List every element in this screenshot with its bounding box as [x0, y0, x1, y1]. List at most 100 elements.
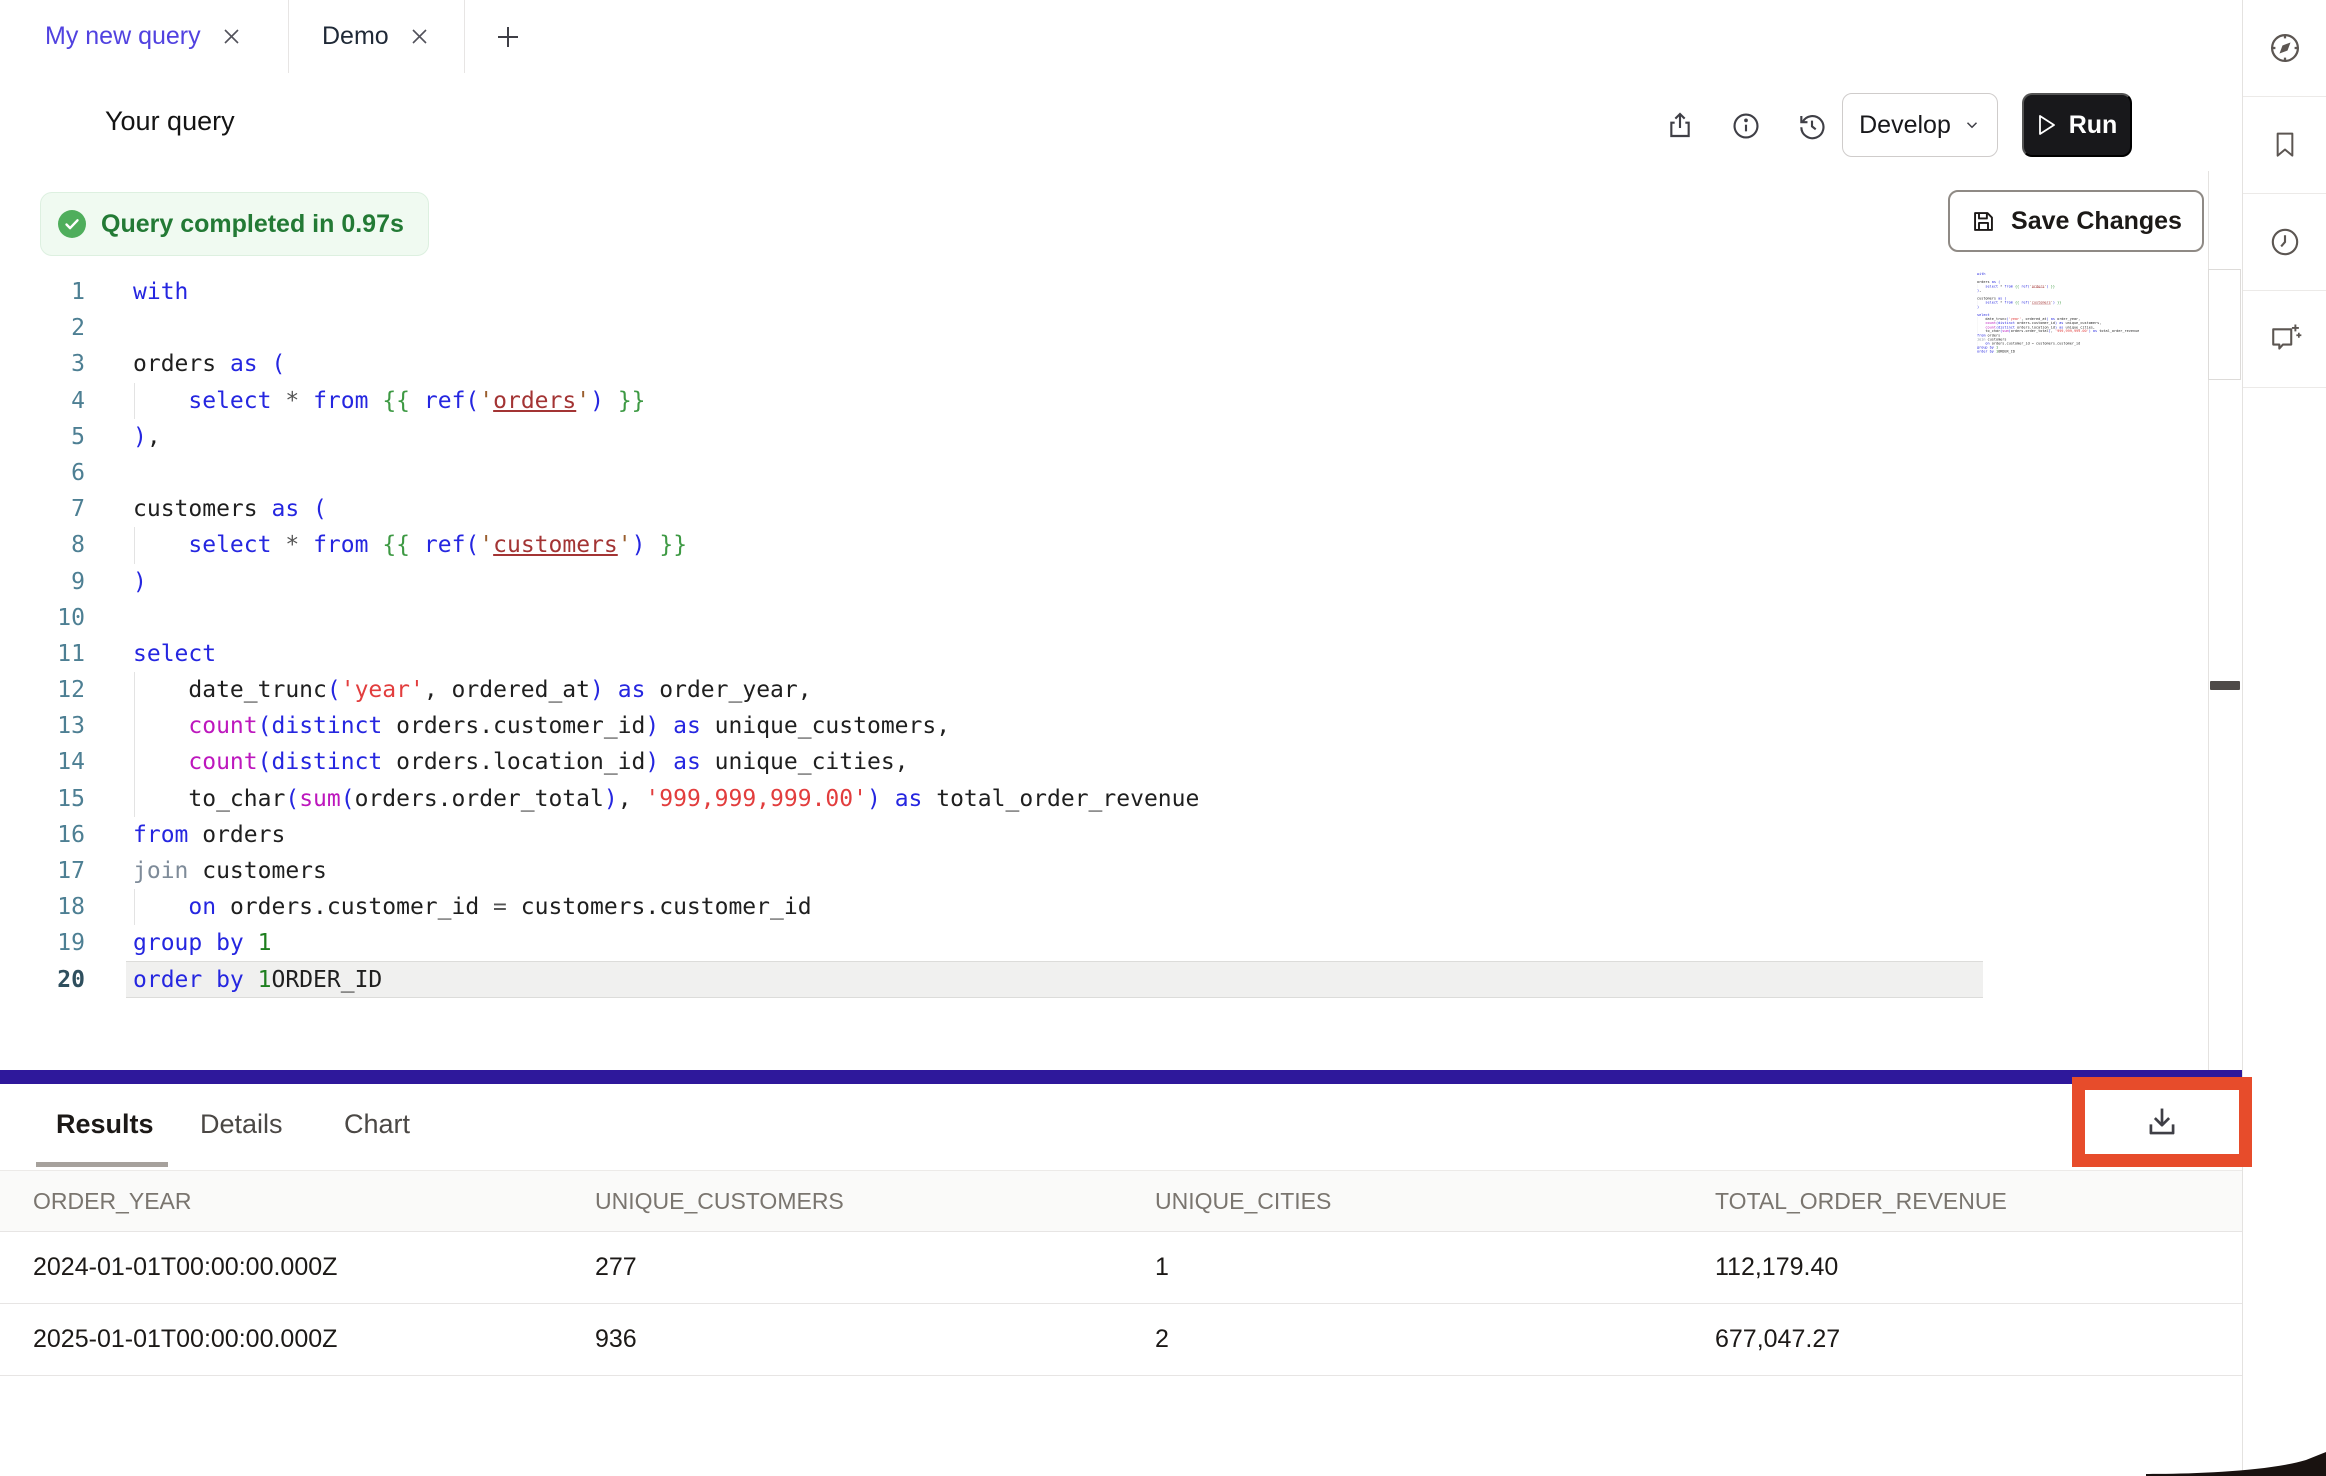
code-line[interactable]: with — [133, 274, 1199, 310]
line-number: 2 — [30, 310, 85, 346]
code-line[interactable]: select * from {{ ref('orders') }} — [133, 383, 1199, 419]
editor-minimap[interactable]: withorders as ( select * from {{ ref('or… — [1977, 272, 2152, 367]
tab-my-new-query[interactable]: My new query — [0, 0, 289, 73]
code-line[interactable]: date_trunc('year', ordered_at) as order_… — [133, 672, 1199, 708]
compass-icon — [2267, 30, 2303, 66]
code-line[interactable]: customers as ( — [133, 491, 1199, 527]
code-line[interactable]: from orders — [133, 817, 1199, 853]
tab-demo[interactable]: Demo — [288, 0, 465, 73]
indent-guide — [134, 744, 135, 780]
scrollbar-thumb[interactable] — [2208, 269, 2241, 380]
sql-editor[interactable]: Query completed in 0.97s Save Changes 12… — [0, 170, 2242, 1070]
code-line[interactable]: select * from {{ ref('customers') }} — [133, 527, 1199, 563]
history-icon[interactable] — [1796, 110, 1828, 142]
column-header: UNIQUE_CUSTOMERS — [595, 1171, 844, 1231]
indent-guide — [134, 527, 135, 563]
develop-dropdown[interactable]: Develop — [1842, 93, 1998, 157]
indent-guide — [134, 781, 135, 817]
line-number: 17 — [30, 853, 85, 889]
new-tab-button[interactable] — [480, 0, 536, 73]
line-number-gutter: 1234567891011121314151617181920 — [30, 274, 85, 998]
line-number: 7 — [30, 491, 85, 527]
line-number: 20 — [30, 962, 85, 998]
code-area[interactable]: with orders as ( select * from {{ ref('or… — [133, 274, 1199, 998]
active-tab-underline — [36, 1162, 168, 1167]
app-root: My new query Demo MS Your query — [0, 0, 2326, 1476]
line-number: 12 — [30, 672, 85, 708]
table-row[interactable]: 2024-01-01T00:00:00.000Z2771112,179.40 — [0, 1232, 2242, 1304]
page-title: Your query — [105, 73, 235, 170]
scrollbar-marker — [2210, 681, 2240, 690]
line-number: 14 — [30, 744, 85, 780]
close-icon[interactable] — [223, 28, 240, 45]
code-line[interactable]: group by 1 — [133, 925, 1199, 961]
line-number: 11 — [30, 636, 85, 672]
table-cell: 677,047.27 — [1715, 1304, 1840, 1375]
results-tab-bar: Results Details Chart — [0, 1084, 2242, 1170]
table-cell: 277 — [595, 1232, 637, 1303]
sidebar-item-bookmarks[interactable] — [2243, 97, 2326, 194]
indent-guide — [134, 672, 135, 708]
tab-chart[interactable]: Chart — [344, 1084, 410, 1165]
line-number: 15 — [30, 781, 85, 817]
download-button[interactable] — [2143, 1103, 2181, 1141]
share-icon[interactable] — [1664, 110, 1696, 142]
code-line[interactable]: select — [133, 636, 1199, 672]
tab-results[interactable]: Results — [56, 1084, 154, 1165]
save-changes-button[interactable]: Save Changes — [1948, 190, 2204, 252]
line-number: 1 — [30, 274, 85, 310]
sidebar-item-ai-assistant[interactable] — [2243, 291, 2326, 388]
code-line[interactable] — [133, 310, 1199, 346]
query-status-badge: Query completed in 0.97s — [40, 192, 429, 256]
table-cell: 2 — [1155, 1304, 1169, 1375]
run-button[interactable]: Run — [2022, 93, 2132, 157]
code-line[interactable]: join customers — [133, 853, 1199, 889]
table-cell: 2024-01-01T00:00:00.000Z — [33, 1232, 337, 1303]
code-line[interactable]: count(distinct orders.customer_id) as un… — [133, 708, 1199, 744]
info-icon[interactable] — [1730, 110, 1762, 142]
code-line[interactable]: orders as ( — [133, 346, 1199, 382]
table-cell: 1 — [1155, 1232, 1169, 1303]
code-line[interactable]: count(distinct orders.location_id) as un… — [133, 744, 1199, 780]
line-number: 18 — [30, 889, 85, 925]
line-number: 9 — [30, 564, 85, 600]
sidebar-item-explore[interactable] — [2243, 0, 2326, 97]
line-number: 19 — [30, 925, 85, 961]
code-line[interactable]: to_char(sum(orders.order_total), '999,99… — [133, 781, 1199, 817]
column-header: UNIQUE_CITIES — [1155, 1171, 1331, 1231]
code-line[interactable] — [133, 455, 1199, 491]
query-header: MS Your query Develop Run — [0, 73, 2242, 171]
line-number: 10 — [30, 600, 85, 636]
close-icon[interactable] — [411, 28, 428, 45]
sidebar-item-history[interactable] — [2243, 194, 2326, 291]
tab-bar: My new query Demo — [0, 0, 2242, 74]
play-icon — [2037, 114, 2057, 136]
column-header: TOTAL_ORDER_REVENUE — [1715, 1171, 2007, 1231]
check-circle-icon — [57, 209, 87, 239]
panel-resize-divider[interactable] — [0, 1070, 2242, 1084]
line-number: 16 — [30, 817, 85, 853]
tab-label: My new query — [45, 22, 201, 51]
line-number: 5 — [30, 419, 85, 455]
code-line[interactable] — [133, 600, 1199, 636]
plus-icon — [494, 23, 522, 51]
line-number: 4 — [30, 383, 85, 419]
line-number: 6 — [30, 455, 85, 491]
code-line[interactable]: on orders.customer_id = customers.custom… — [133, 889, 1199, 925]
table-row[interactable]: 2025-01-01T00:00:00.000Z9362677,047.27 — [0, 1304, 2242, 1376]
status-message: Query completed in 0.97s — [101, 210, 404, 239]
indent-guide — [134, 708, 135, 744]
develop-label: Develop — [1859, 111, 1951, 140]
code-line[interactable]: order by 1ORDER_ID — [133, 962, 1199, 998]
save-icon — [1970, 208, 1997, 235]
table-cell: 936 — [595, 1304, 637, 1375]
code-line[interactable]: ) — [133, 564, 1199, 600]
indent-guide — [134, 383, 135, 419]
code-line[interactable]: ), — [133, 419, 1199, 455]
run-label: Run — [2069, 111, 2118, 140]
code-line[interactable]: order by 1ORDER_ID — [1977, 350, 2026, 354]
tab-details[interactable]: Details — [200, 1084, 283, 1165]
tab-label: Demo — [322, 22, 389, 51]
bookmark-icon — [2269, 129, 2301, 161]
indent-guide — [134, 889, 135, 925]
